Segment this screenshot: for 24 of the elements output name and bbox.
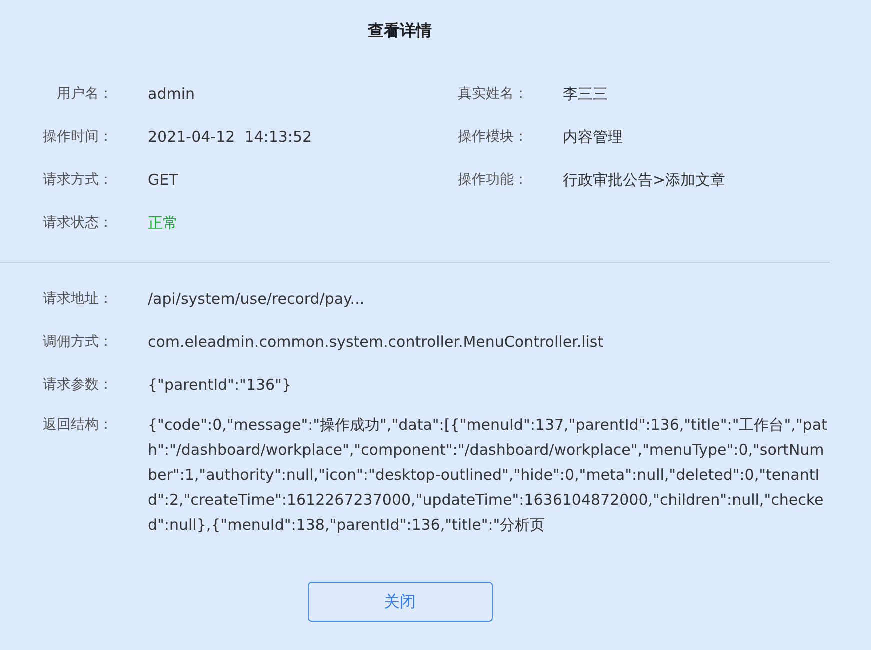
status-text: 正常	[148, 213, 178, 234]
field-label: 操作模块：	[457, 128, 528, 147]
field-label: 操作时间：	[42, 128, 113, 147]
field-label: 返回结构：	[42, 416, 113, 435]
field-label: 请求参数：	[42, 376, 113, 395]
field-value: 李三三	[563, 84, 608, 105]
field-label: 请求状态：	[42, 214, 113, 233]
field-label: 调佣方式：	[42, 333, 113, 352]
close-button[interactable]: 关闭	[308, 582, 492, 622]
field-label: 请求方式：	[42, 171, 113, 190]
field-label: 用户名：	[56, 85, 113, 104]
field-value: admin	[148, 84, 195, 105]
field-value: /api/system/use/record/pay...	[148, 289, 365, 310]
field-value: {"parentId":"136"}	[148, 375, 292, 396]
field-label: 请求地址：	[42, 290, 113, 309]
field-value: GET	[148, 170, 178, 191]
response-text: {"code":0,"message":"操作成功","data":[{"menuId":137,"parentId":136,"title":"工作台","path":"/dashboard/workplace","component":"/dashboard/workplace","menuType":0,"sortNumber":1,"authority":null,"icon":"desktop-outlined","hide":0,"meta":null,"deleted":0,"tenantId":2,"createTime":1612267237000,"updateTime":1636104872000,"children":null,"checked":null},{"menuId":138,"parentId":136,"title":"分析页	[148, 415, 828, 536]
field-value: 行政审批公告>添加文章	[563, 170, 726, 191]
dialog-title: 查看详情	[368, 20, 432, 42]
field-label: 真实姓名：	[457, 85, 528, 104]
field-value: 内容管理	[563, 127, 623, 148]
field-label: 操作功能：	[457, 171, 528, 190]
field-value: 2021-04-12 14:13:52	[148, 127, 312, 148]
field-value: com.eleadmin.common.system.controller.MenuController.list	[148, 332, 604, 353]
